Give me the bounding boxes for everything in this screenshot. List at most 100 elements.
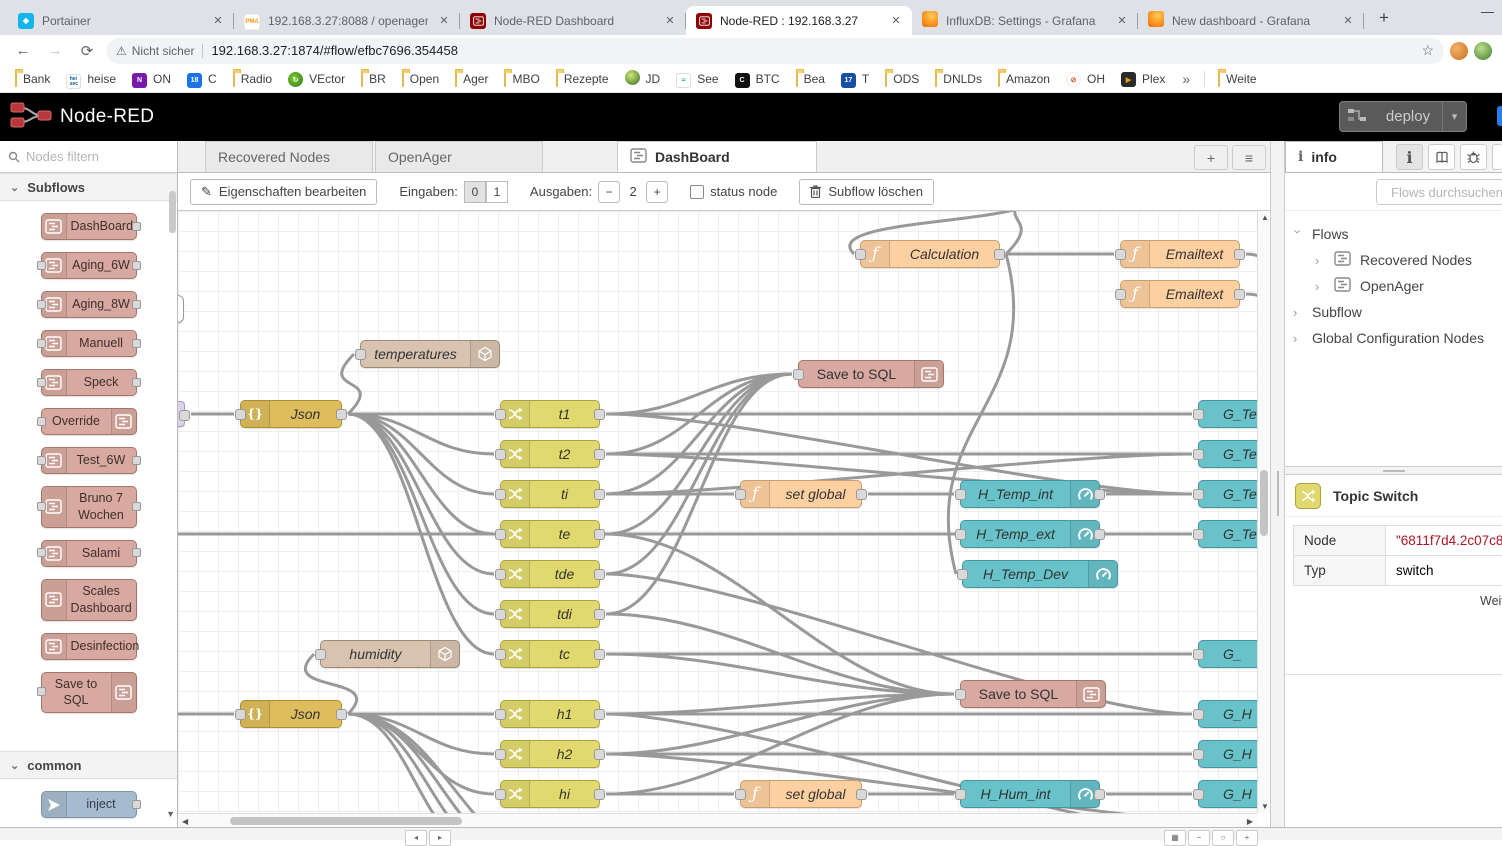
bookmark-item[interactable]: DNLDs <box>928 68 989 90</box>
tab-close-icon[interactable]: ✕ <box>1114 13 1130 29</box>
node-output-port[interactable] <box>179 410 190 421</box>
bookmark-star-icon[interactable]: ☆ <box>1421 42 1434 59</box>
bookmark-item[interactable]: heisecheise <box>59 68 123 90</box>
node-input-port[interactable] <box>495 749 506 760</box>
address-bar[interactable]: ⚠Nicht sicher 192.168.3.27:1874/#flow/ef… <box>106 38 1444 64</box>
flow-tab-Recovered-Nodes[interactable]: Recovered Nodes <box>205 141 373 172</box>
node-output-port[interactable] <box>856 789 867 800</box>
node-port[interactable] <box>37 378 46 387</box>
node-port[interactable] <box>132 548 141 557</box>
node-port[interactable] <box>37 339 46 348</box>
node-G_H[interactable]: G_H <box>1198 780 1257 808</box>
node-input-port[interactable] <box>495 409 506 420</box>
palette-filter[interactable]: Nodes filtern <box>0 141 177 173</box>
browser-tab[interactable]: ◈Portainer✕ <box>8 6 234 35</box>
inputs-option-1[interactable]: 1 <box>486 181 508 203</box>
node-input-port[interactable] <box>735 489 746 500</box>
node-output-port[interactable] <box>1234 289 1245 300</box>
bookmark-item[interactable]: JD <box>618 68 668 90</box>
node-output-port[interactable] <box>336 709 347 720</box>
user-menu-icon[interactable] <box>1497 106 1502 126</box>
node-G_Te[interactable]: G_Te <box>1198 480 1257 508</box>
bookmark-item[interactable]: Amazon <box>991 68 1057 90</box>
node-port[interactable] <box>132 300 141 309</box>
bookmark-item[interactable]: BR <box>354 68 393 90</box>
canvas-horizontal-scrollbar[interactable]: ◀ ▶ <box>178 813 1257 827</box>
scroll-left-icon[interactable]: ◀ <box>182 817 188 826</box>
chevron-icon[interactable]: › <box>1291 229 1306 239</box>
back-icon[interactable]: ← <box>10 42 36 59</box>
node-output-port[interactable] <box>594 569 605 580</box>
bookmark-item[interactable]: Rezepte <box>549 68 616 90</box>
outputs-increment-button[interactable]: + <box>646 181 668 203</box>
palette-expand-button[interactable]: ▸ <box>429 830 451 846</box>
tree-item-Global-Configuration-Nodes[interactable]: ›Global Configuration Nodes <box>1293 325 1502 351</box>
node-tde[interactable]: tde <box>500 560 600 588</box>
node-input-port[interactable] <box>495 489 506 500</box>
browser-tab[interactable]: PMA192.168.3.27:8088 / openager_✕ <box>234 6 460 35</box>
tab-close-icon[interactable]: ✕ <box>436 13 452 29</box>
palette-node-Speck[interactable]: Speck <box>41 369 137 396</box>
node-input-port[interactable] <box>1193 649 1204 660</box>
help-book-button[interactable] <box>1428 144 1455 170</box>
scroll-down-icon[interactable]: ▼ <box>1261 802 1269 811</box>
node-Emailtext[interactable]: ƒEmailtext <box>1120 240 1240 268</box>
node-output-port[interactable] <box>594 749 605 760</box>
node-ti[interactable]: ti <box>500 480 600 508</box>
node-input-port[interactable] <box>1193 409 1204 420</box>
flow-tab-OpenAger[interactable]: OpenAger <box>375 141 543 172</box>
bookmark-item[interactable]: ▶Plex <box>1114 68 1172 90</box>
node-input-port[interactable] <box>1193 529 1204 540</box>
node-input-port[interactable] <box>495 569 506 580</box>
node-output-port[interactable] <box>1094 789 1105 800</box>
scroll-up-icon[interactable]: ▲ <box>1261 213 1269 222</box>
bookmark-item[interactable]: Weite <box>1211 68 1263 90</box>
node-G_H[interactable]: G_H <box>1198 740 1257 768</box>
flow-canvas[interactable]: ƒCalculationƒEmailtextƒEmailtextSave to … <box>178 211 1257 813</box>
node-input-port[interactable] <box>495 529 506 540</box>
node-G_[interactable]: G_ <box>1198 640 1257 668</box>
node-humidity[interactable]: humidity <box>320 640 460 668</box>
palette-node-Aging_6W[interactable]: Aging_6W <box>41 252 137 279</box>
node-stub[interactable] <box>178 401 185 427</box>
node-output-port[interactable] <box>594 609 605 620</box>
node-input-port[interactable] <box>1193 749 1204 760</box>
node-output-port[interactable] <box>594 649 605 660</box>
palette-node-Save-to-SQL[interactable]: Save to SQL <box>41 672 137 714</box>
flow-tab-DashBoard[interactable]: DashBoard <box>617 141 817 172</box>
node-Json[interactable]: {}Json <box>240 400 342 428</box>
palette-category-common[interactable]: ⌄common <box>0 751 177 779</box>
node-output-port[interactable] <box>594 709 605 720</box>
node-input-port[interactable] <box>1193 449 1204 460</box>
node-port[interactable] <box>37 687 46 696</box>
chevron-icon[interactable]: › <box>1315 279 1325 294</box>
inputs-option-0[interactable]: 0 <box>464 181 486 203</box>
tab-close-icon[interactable]: ✕ <box>1340 13 1356 29</box>
new-tab-button[interactable]: + <box>1370 4 1398 32</box>
node-H_Temp_int[interactable]: H_Temp_int <box>960 480 1100 508</box>
palette-node-Salami[interactable]: Salami <box>41 540 137 567</box>
node-Json[interactable]: {}Json <box>240 700 342 728</box>
tree-item-Flows[interactable]: ›Flows <box>1293 221 1502 247</box>
bookmark-item[interactable]: CBTC <box>728 68 787 90</box>
browser-tab[interactable]: InfluxDB: Settings - Grafana✕ <box>912 6 1138 35</box>
palette-collapse-button[interactable]: ◂ <box>405 830 427 846</box>
node-input-port[interactable] <box>495 449 506 460</box>
node-H_Hum_int[interactable]: H_Hum_int <box>960 780 1100 808</box>
outputs-decrement-button[interactable]: − <box>598 181 620 203</box>
node-hi[interactable]: hi <box>500 780 600 808</box>
node-G_Te[interactable]: G_Te <box>1198 400 1257 428</box>
node-input-port[interactable] <box>495 789 506 800</box>
node-tc[interactable]: tc <box>500 640 600 668</box>
node-port[interactable] <box>132 456 141 465</box>
zoom-reset-button[interactable]: ○ <box>1212 830 1234 846</box>
node-input-port[interactable] <box>495 709 506 720</box>
node-port[interactable] <box>37 261 46 270</box>
node-input-port[interactable] <box>495 649 506 660</box>
node-input-port[interactable] <box>495 609 506 620</box>
node-Emailtext[interactable]: ƒEmailtext <box>1120 280 1240 308</box>
browser-tab[interactable]: New dashboard - Grafana✕ <box>1138 6 1364 35</box>
tab-close-icon[interactable]: ✕ <box>210 13 226 29</box>
node-set-global[interactable]: ƒset global <box>740 780 862 808</box>
node-output-port[interactable] <box>594 529 605 540</box>
